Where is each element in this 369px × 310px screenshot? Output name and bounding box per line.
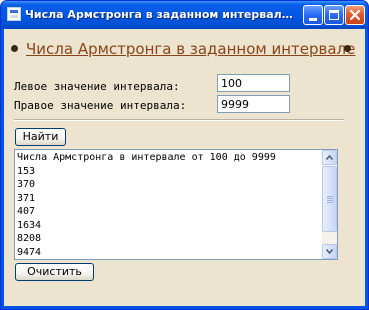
right-value-label: Правое значение интервала:: [14, 99, 187, 112]
page-heading: Числа Армстронга в заданном интервале: [4, 38, 365, 60]
window-title: Числа Армстронга в заданном интервале - …: [25, 8, 293, 21]
results-header-line: Числа Армстронга в интервале от 100 до 9…: [17, 152, 276, 163]
grip-line: [327, 196, 333, 197]
bullet-icon: [344, 45, 351, 52]
title-bar[interactable]: Числа Армстронга в заданном интервале - …: [1, 1, 368, 29]
scroll-up-button[interactable]: [322, 150, 337, 165]
close-button[interactable]: [345, 5, 365, 25]
document-icon: [7, 7, 21, 21]
result-line: 9474: [17, 246, 42, 258]
chevron-up-icon: [326, 155, 333, 160]
page-content: Числа Армстронга в заданном интервале Ле…: [4, 29, 365, 306]
result-line: 370: [17, 179, 36, 190]
grip-line: [327, 200, 333, 201]
left-value-input[interactable]: [217, 74, 290, 92]
result-line: 153: [17, 165, 36, 177]
scroll-thumb[interactable]: [322, 166, 337, 232]
grip-line: [327, 202, 333, 203]
result-line: 8208: [17, 233, 42, 244]
maximize-button[interactable]: [324, 5, 344, 25]
result-line: 407: [17, 206, 36, 217]
bullet-icon: [11, 45, 18, 52]
scroll-down-button[interactable]: [322, 244, 337, 259]
minimize-icon: [309, 18, 317, 21]
vertical-scrollbar[interactable]: [322, 150, 337, 259]
maximize-icon: [329, 10, 339, 20]
left-value-label: Левое значение интервала:: [14, 80, 180, 93]
results-textarea[interactable]: Числа Армстронга в интервале от 100 до 9…: [14, 149, 338, 260]
result-line: 371: [17, 192, 36, 204]
divider: [14, 119, 344, 121]
page-title-link[interactable]: Числа Армстронга в заданном интервале: [26, 38, 355, 60]
close-icon: [349, 9, 361, 21]
minimize-button[interactable]: [303, 5, 323, 25]
results-list: Числа Армстронга в интервале от 100 до 9…: [17, 151, 321, 259]
clear-button[interactable]: Очистить: [15, 263, 94, 281]
grip-line: [327, 198, 333, 199]
find-button[interactable]: Найти: [15, 128, 66, 146]
result-line: 1634: [17, 219, 42, 231]
app-window: Числа Армстронга в заданном интервале - …: [0, 0, 369, 310]
right-value-input[interactable]: [217, 95, 290, 113]
chevron-down-icon: [326, 249, 333, 254]
